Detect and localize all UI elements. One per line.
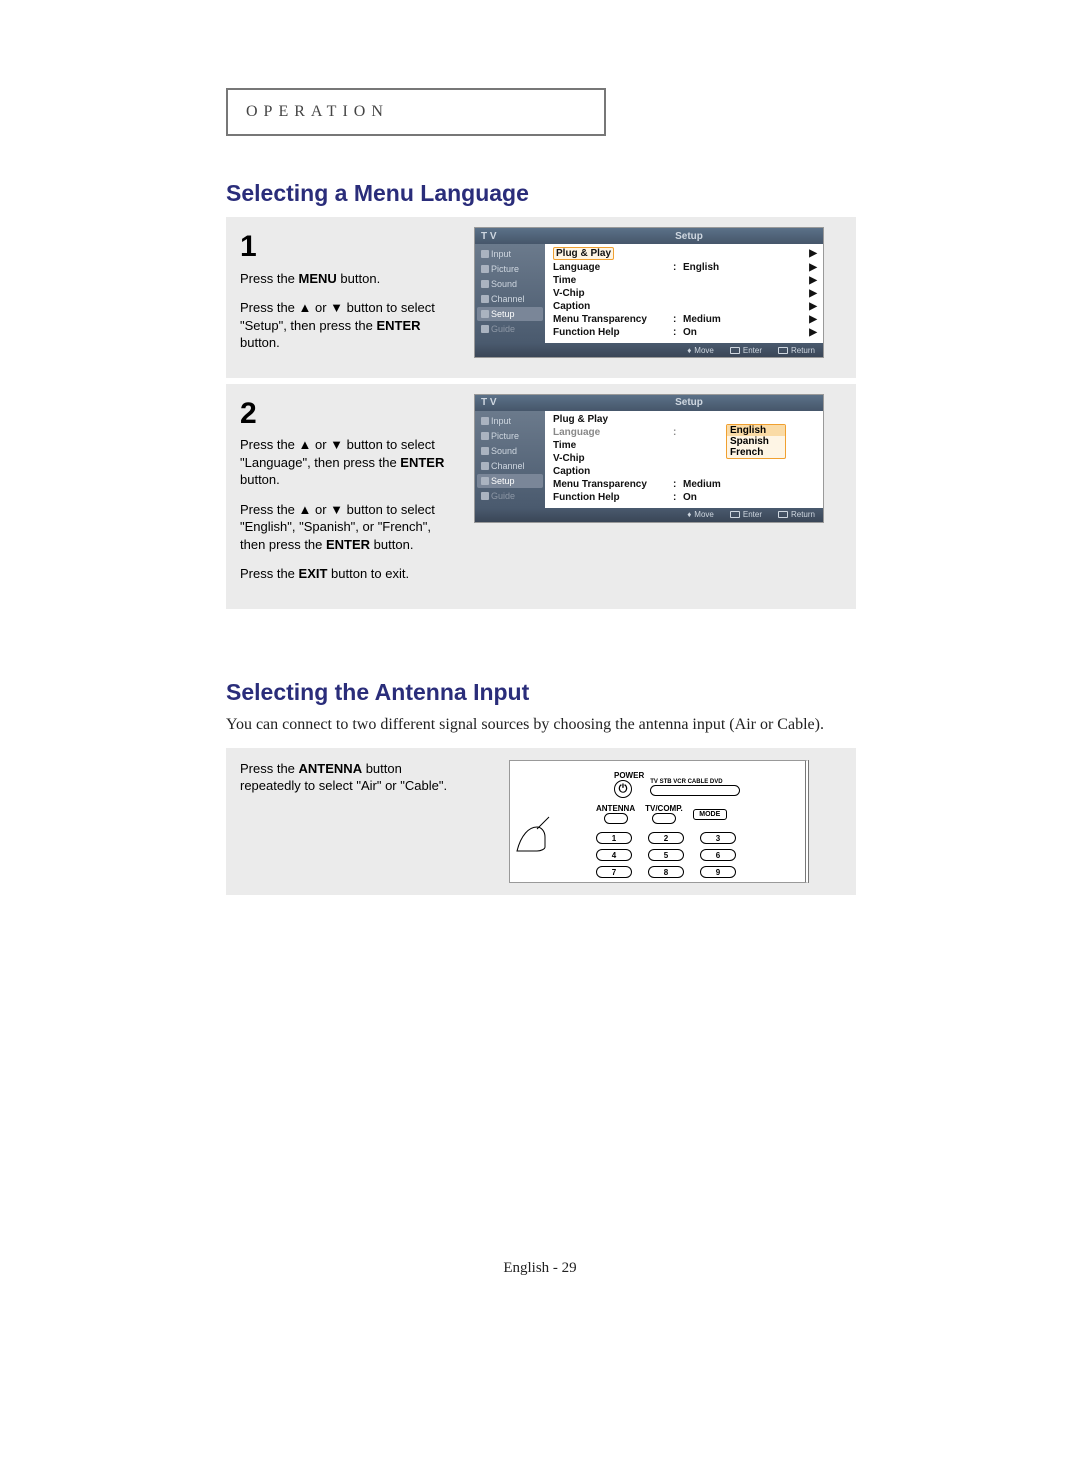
page-footer: English - 29 [0, 1260, 1080, 1277]
osd-screenshot-2: T V Setup Input Picture Sound Channel Se… [474, 394, 824, 523]
osd-tab-setup: Setup [477, 474, 543, 488]
header-label: OPERATION [246, 103, 389, 121]
osd-sidebar: Input Picture Sound Channel Setup Guide [475, 244, 545, 343]
section2-title: Selecting the Antenna Input [226, 679, 966, 706]
key-3: 3 [700, 832, 736, 844]
osd-footer-move: ♦ Move [687, 510, 714, 519]
osd-row-menutrans: Menu Transparency : Medium [553, 478, 817, 491]
osd-tab-sound: Sound [477, 444, 543, 458]
source-labels: TV STB VCR CABLE DVD [650, 779, 740, 785]
osd-row-funchelp: Function Help: On▶ [553, 326, 817, 339]
t: button. [337, 271, 380, 286]
lang-option-english: English [727, 425, 785, 436]
osd-sidebar: Input Picture Sound Channel Setup Guide [475, 411, 545, 508]
step2-text1: Press the ▲ or ▼ button to select "Langu… [240, 436, 458, 489]
step2-text2: Press the ▲ or ▼ button to select "Engli… [240, 501, 458, 554]
step2-panel: 2 Press the ▲ or ▼ button to select "Lan… [226, 384, 856, 609]
key-6: 6 [700, 849, 736, 861]
osd-tv-label: T V [481, 397, 561, 408]
lang-option-french: French [727, 447, 785, 458]
osd-tab-guide: Guide [477, 322, 543, 336]
section-header: OPERATION [226, 88, 606, 136]
key-7: 7 [596, 866, 632, 878]
osd-row-funchelp: Function Help: On [553, 491, 817, 504]
key-8: 8 [648, 866, 684, 878]
enter-kw: ENTER [400, 455, 444, 470]
t: Press the [240, 761, 299, 776]
step2-text3: Press the EXIT button to exit. [240, 565, 458, 583]
step1-panel: 1 Press the MENU button. Press the ▲ or … [226, 217, 856, 378]
osd-tab-channel: Channel [477, 292, 543, 306]
osd-tab-picture: Picture [477, 262, 543, 276]
antenna-label: ANTENNA [596, 804, 635, 813]
antenna-button-icon [604, 813, 628, 824]
step1-text1: Press the MENU button. [240, 270, 458, 288]
remote-diagram: POWER ⏻ TV STB VCR CABLE DVD ANTENNA T [509, 760, 809, 883]
t: button. [240, 472, 280, 487]
step2-number: 2 [240, 394, 458, 435]
power-label: POWER [614, 771, 644, 780]
osd-tab-guide: Guide [477, 489, 543, 503]
key-1: 1 [596, 832, 632, 844]
key-2: 2 [648, 832, 684, 844]
osd-tab-input: Input [477, 247, 543, 261]
t: button. [370, 537, 413, 552]
menu-kw: MENU [299, 271, 337, 286]
osd-row-menutrans: Menu Transparency : Medium▶ [553, 313, 817, 326]
power-button-icon: ⏻ [614, 780, 632, 798]
osd-tab-setup: Setup [477, 307, 543, 321]
hand-icon [514, 813, 556, 853]
key-4: 4 [596, 849, 632, 861]
t: Press the [240, 566, 299, 581]
tvcomp-label: TV/COMP. [645, 804, 683, 813]
t: button. [240, 335, 280, 350]
tvcomp-button-icon [652, 813, 676, 824]
osd-footer-enter: Enter [730, 346, 762, 355]
osd-footer-return: Return [778, 346, 815, 355]
osd-tab-input: Input [477, 414, 543, 428]
section2-intro: You can connect to two different signal … [226, 714, 866, 736]
exit-kw: EXIT [299, 566, 328, 581]
osd-row-caption: Caption▶ [553, 300, 817, 313]
enter-kw: ENTER [326, 537, 370, 552]
step1-number: 1 [240, 227, 458, 268]
osd-footer-enter: Enter [730, 510, 762, 519]
osd-footer: ♦ Move Enter Return [475, 343, 823, 357]
osd-screenshot-1: T V Setup Input Picture Sound Channel Se… [474, 227, 824, 358]
osd-footer: ♦ Move Enter Return [475, 508, 823, 522]
lang-option-spanish: Spanish [727, 436, 785, 447]
t: button to exit. [327, 566, 409, 581]
step1-text2: Press the ▲ or ▼ button to select "Setup… [240, 299, 458, 352]
osd-row-language: Language: English▶ [553, 261, 817, 274]
t: Press the [240, 271, 299, 286]
osd-title: Setup [561, 397, 817, 408]
osd-tab-channel: Channel [477, 459, 543, 473]
section1-title: Selecting a Menu Language [226, 180, 966, 207]
osd-title: Setup [561, 231, 817, 242]
antenna-panel: Press the ANTENNA button repeatedly to s… [226, 748, 856, 895]
key-5: 5 [648, 849, 684, 861]
source-indicator-icon [650, 785, 740, 796]
antenna-instruction: Press the ANTENNA button repeatedly to s… [240, 760, 458, 795]
osd-row-plugplay: Plug & Play▶ [553, 246, 817, 261]
key-9: 9 [700, 866, 736, 878]
osd-footer-return: Return [778, 510, 815, 519]
language-popup: English Spanish French [726, 424, 786, 459]
osd-row-time: Time▶ [553, 274, 817, 287]
osd-footer-move: ♦ Move [687, 346, 714, 355]
osd-row-caption: Caption [553, 465, 817, 478]
number-keypad: 1 2 3 4 5 6 7 8 9 [596, 832, 795, 878]
enter-kw: ENTER [376, 318, 420, 333]
osd-tab-picture: Picture [477, 429, 543, 443]
antenna-kw: ANTENNA [299, 761, 363, 776]
osd-tab-sound: Sound [477, 277, 543, 291]
osd-row-vchip: V-Chip▶ [553, 287, 817, 300]
mode-button-icon: MODE [693, 809, 727, 820]
osd-tv-label: T V [481, 231, 561, 242]
